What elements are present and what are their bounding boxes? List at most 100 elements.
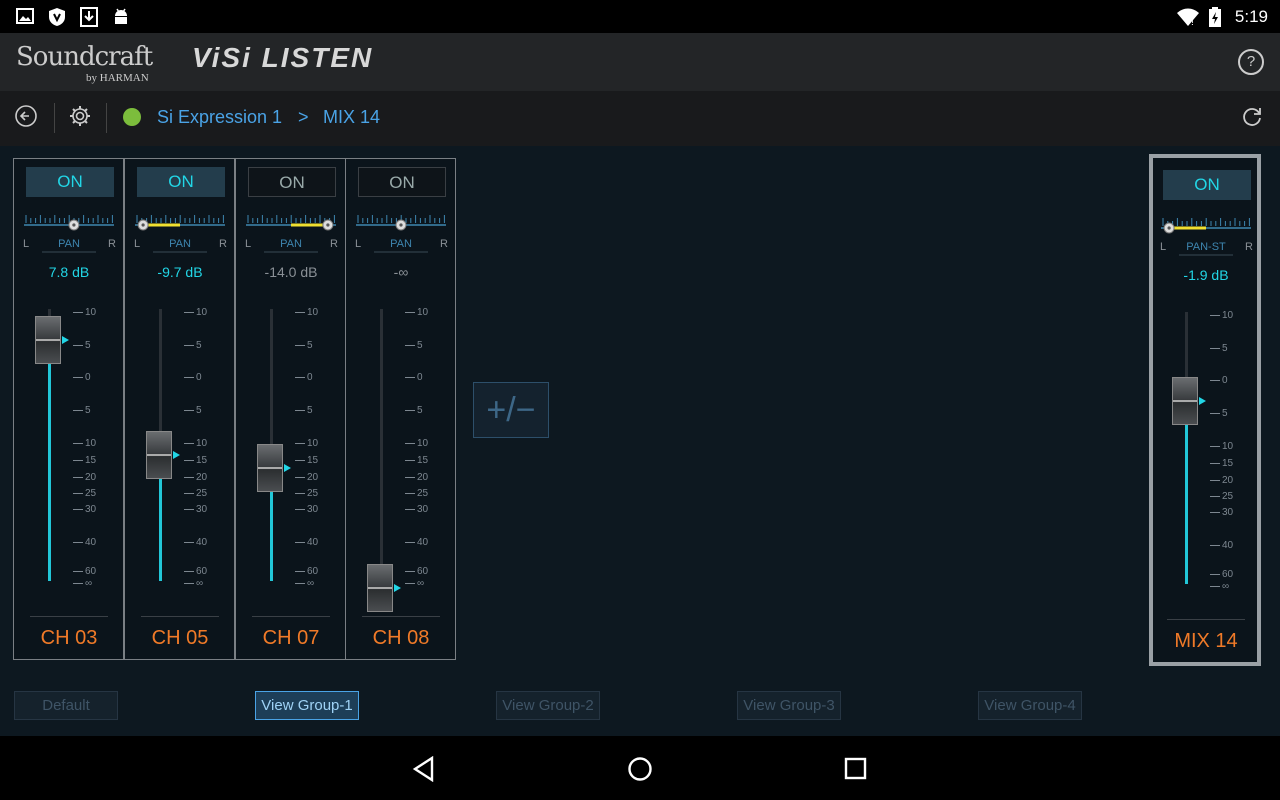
breadcrumb-device[interactable]: Si Expression 1 xyxy=(157,107,282,128)
scale-tick-label: 30 xyxy=(1222,507,1234,518)
view-group-button[interactable]: Default xyxy=(14,691,118,720)
channel-on-button[interactable]: ON xyxy=(248,167,336,197)
nav-recents-icon[interactable] xyxy=(844,757,868,781)
scale-tick-label: 5 xyxy=(85,340,91,351)
nav-back-icon[interactable] xyxy=(412,756,436,782)
breadcrumb-mix[interactable]: MIX 14 xyxy=(323,107,380,128)
scale-tick: 40 xyxy=(1206,540,1246,552)
pan-control[interactable]: L PAN R xyxy=(22,207,116,257)
pan-left-label: L xyxy=(355,238,361,250)
shield-icon xyxy=(49,8,65,26)
channel-on-button[interactable]: ON xyxy=(1163,170,1251,200)
plus-minus-button[interactable]: +/− xyxy=(473,382,549,438)
fader-knob[interactable] xyxy=(35,315,61,364)
product-title: ViSi LISTEN xyxy=(192,42,374,73)
fader-knob[interactable] xyxy=(1172,377,1198,426)
scale-tick-label: ∞ xyxy=(307,578,315,589)
scale-tick-label: ∞ xyxy=(417,578,425,589)
scale-tick-label: 5 xyxy=(196,405,202,416)
scale-tick: 10 xyxy=(401,438,441,450)
scale-tick-label: 5 xyxy=(417,405,423,416)
scale-tick: 25 xyxy=(291,488,331,500)
fader-knob[interactable] xyxy=(146,430,172,479)
refresh-icon[interactable] xyxy=(1241,105,1263,127)
scale-tick-label: 25 xyxy=(417,488,429,499)
view-group-button[interactable]: View Group-2 xyxy=(496,691,600,720)
scale-tick: 30 xyxy=(401,504,441,516)
scale-tick: 40 xyxy=(401,537,441,549)
view-group-button[interactable]: View Group-4 xyxy=(978,691,1082,720)
scale-tick-label: 40 xyxy=(307,537,319,548)
scale-tick-label: 10 xyxy=(1222,310,1234,321)
scale-tick-label: 25 xyxy=(196,488,208,499)
pan-left-label: L xyxy=(134,238,140,250)
scale-tick-label: 10 xyxy=(1222,441,1234,452)
channel-on-button[interactable]: ON xyxy=(358,167,446,197)
fader-level-marker xyxy=(62,335,69,344)
channel-label: CH 05 xyxy=(151,627,209,649)
scale-tick: 0 xyxy=(401,372,441,384)
scale-tick: 20 xyxy=(1206,475,1246,487)
fader-knob[interactable] xyxy=(257,443,283,492)
scale-tick: 5 xyxy=(1206,343,1246,355)
scale-tick: 5 xyxy=(291,340,331,352)
scale-tick-label: 30 xyxy=(85,504,97,515)
scale-tick-label: ∞ xyxy=(196,578,204,589)
pan-left-label: L xyxy=(245,238,251,250)
channel-on-button[interactable]: ON xyxy=(26,167,114,197)
scale-tick: 15 xyxy=(401,455,441,467)
channel-strip: ON L PAN R -9.7 dB 10 5 0 5 10 15 20 25 30 40 60 ∞ CH… xyxy=(124,158,235,660)
scale-tick-label: 20 xyxy=(196,472,208,483)
channel-on-button[interactable]: ON xyxy=(137,167,225,197)
scale-tick: 10 xyxy=(291,438,331,450)
scale-tick: 5 xyxy=(69,405,109,417)
view-group-button[interactable]: View Group-3 xyxy=(737,691,841,720)
strip-divider xyxy=(30,616,108,617)
scale-tick: 20 xyxy=(291,472,331,484)
scale-tick-label: 20 xyxy=(85,472,97,483)
scale-tick: 40 xyxy=(69,537,109,549)
fader-level-marker xyxy=(284,463,291,472)
scale-tick: 20 xyxy=(180,472,220,484)
fader-level-marker xyxy=(394,584,401,592)
nav-home-icon[interactable] xyxy=(627,756,653,782)
scale-tick-label: 20 xyxy=(417,472,429,483)
brand-sub: by HARMAN xyxy=(86,72,149,84)
svg-text:!: ! xyxy=(1191,17,1194,27)
pan-control[interactable]: L PAN-ST R xyxy=(1159,210,1253,260)
fader-scale: 10 5 0 5 10 15 20 25 30 40 60 ∞ xyxy=(291,307,331,589)
strip-divider xyxy=(252,616,330,617)
scale-tick-label: 5 xyxy=(307,340,313,351)
scale-tick: 5 xyxy=(401,405,441,417)
scale-tick: 10 xyxy=(180,438,220,450)
scale-tick-label: 40 xyxy=(196,537,208,548)
scale-tick: ∞ xyxy=(180,578,220,590)
pan-control[interactable]: L PAN R xyxy=(244,207,338,257)
nav-divider xyxy=(54,103,55,133)
fader-level-marker xyxy=(173,450,180,459)
pan-control[interactable]: L PAN R xyxy=(354,207,448,257)
scale-tick: 25 xyxy=(69,488,109,500)
pan-label: PAN xyxy=(390,238,412,250)
scale-tick-label: 40 xyxy=(1222,540,1234,551)
download-icon xyxy=(80,7,98,27)
nav-divider xyxy=(106,103,107,133)
fader-knob[interactable] xyxy=(367,564,393,612)
pan-label: PAN xyxy=(169,238,191,250)
back-icon[interactable] xyxy=(15,105,37,127)
scale-tick-label: 10 xyxy=(417,307,429,318)
scale-tick-label: 30 xyxy=(307,504,319,515)
help-icon[interactable]: ? xyxy=(1238,49,1264,75)
pan-control[interactable]: L PAN R xyxy=(133,207,227,257)
status-bar: ! 5:19 xyxy=(0,0,1280,33)
scale-tick-label: 15 xyxy=(1222,458,1234,469)
scale-tick-label: 30 xyxy=(196,504,208,515)
scale-tick: 60 xyxy=(291,566,331,578)
view-group-button[interactable]: View Group-1 xyxy=(255,691,359,720)
pan-left-label: L xyxy=(1160,241,1166,253)
channel-db-readout: -∞ xyxy=(393,264,409,280)
settings-gear-icon[interactable] xyxy=(69,105,91,127)
scale-tick: 15 xyxy=(180,455,220,467)
scale-tick: 5 xyxy=(180,405,220,417)
scale-tick: 5 xyxy=(180,340,220,352)
